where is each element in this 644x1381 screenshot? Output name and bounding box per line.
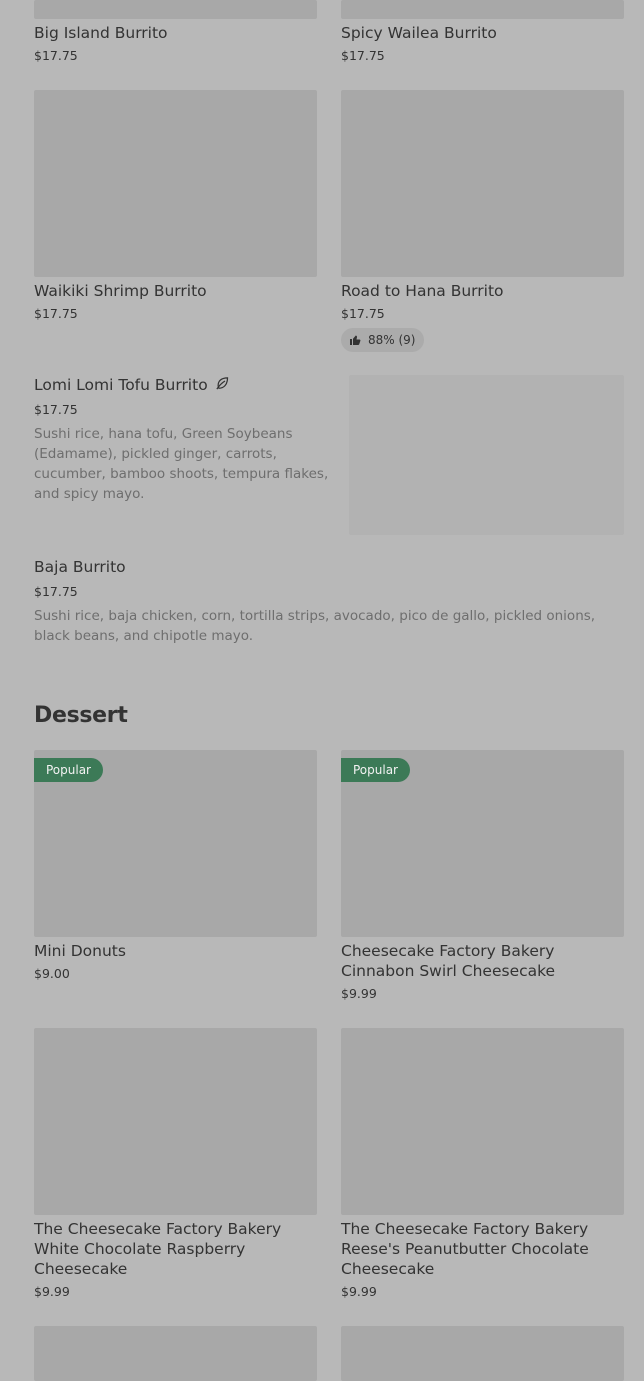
menu-item-name: Baja Burrito xyxy=(34,558,126,576)
menu-item-image[interactable] xyxy=(341,1326,624,1381)
menu-item-price: $9.99 xyxy=(341,986,377,1001)
menu-item-price: $9.99 xyxy=(341,1284,377,1299)
rating-text: 88% (9) xyxy=(368,333,416,347)
menu-item-image[interactable] xyxy=(349,375,624,535)
menu-item-price: $17.75 xyxy=(341,48,385,63)
menu-item-description: Sushi rice, baja chicken, corn, tortilla… xyxy=(34,608,596,644)
menu-item-name[interactable]: The Cheesecake Factory Bakery White Choc… xyxy=(34,1219,299,1279)
menu-item-image[interactable] xyxy=(341,90,624,277)
popular-badge: Popular xyxy=(34,758,103,782)
rating-badge: 88% (9) xyxy=(341,328,425,352)
thumbs-up-icon xyxy=(350,335,361,345)
menu-item-image[interactable] xyxy=(34,0,317,19)
section-title: Dessert xyxy=(34,703,128,728)
menu-item-price: $17.75 xyxy=(34,402,78,417)
menu-item-image[interactable] xyxy=(34,1326,317,1381)
menu-item-row[interactable]: Baja Burrito $17.75 Sushi rice, baja chi… xyxy=(34,557,624,652)
menu-item-description: Sushi rice, hana tofu, Green Soybeans (E… xyxy=(34,426,329,502)
leaf-icon xyxy=(215,377,228,390)
menu-item-price: $17.75 xyxy=(341,306,385,321)
popular-badge: Popular xyxy=(341,758,410,782)
menu-item-name[interactable]: Big Island Burrito xyxy=(34,23,317,43)
menu-item-row[interactable]: Lomi Lomi Tofu Burrito $17.75 Sushi rice… xyxy=(34,375,334,515)
menu-item-name[interactable]: Spicy Wailea Burrito xyxy=(341,23,624,43)
menu-item-price: $9.99 xyxy=(34,1284,70,1299)
menu-item-image[interactable] xyxy=(34,1028,317,1215)
menu-item-name-text: Lomi Lomi Tofu Burrito xyxy=(34,376,208,394)
menu-item-name[interactable]: The Cheesecake Factory Bakery Reese's Pe… xyxy=(341,1219,611,1279)
menu-item-price: $9.00 xyxy=(34,966,70,981)
menu-item-name: Lomi Lomi Tofu Burrito xyxy=(34,375,230,395)
menu-item-name[interactable]: Cheesecake Factory Bakery Cinnabon Swirl… xyxy=(341,941,581,981)
menu-item-price: $17.75 xyxy=(34,584,78,599)
menu-item-image[interactable] xyxy=(341,1028,624,1215)
menu-item-name[interactable]: Road to Hana Burrito xyxy=(341,281,624,301)
menu-item-image[interactable] xyxy=(34,90,317,277)
menu-item-price: $17.75 xyxy=(34,48,78,63)
menu-item-name[interactable]: Mini Donuts xyxy=(34,941,317,961)
menu-item-price: $17.75 xyxy=(34,306,78,321)
menu-item-name[interactable]: Waikiki Shrimp Burrito xyxy=(34,281,317,301)
menu-item-image[interactable] xyxy=(341,0,624,19)
